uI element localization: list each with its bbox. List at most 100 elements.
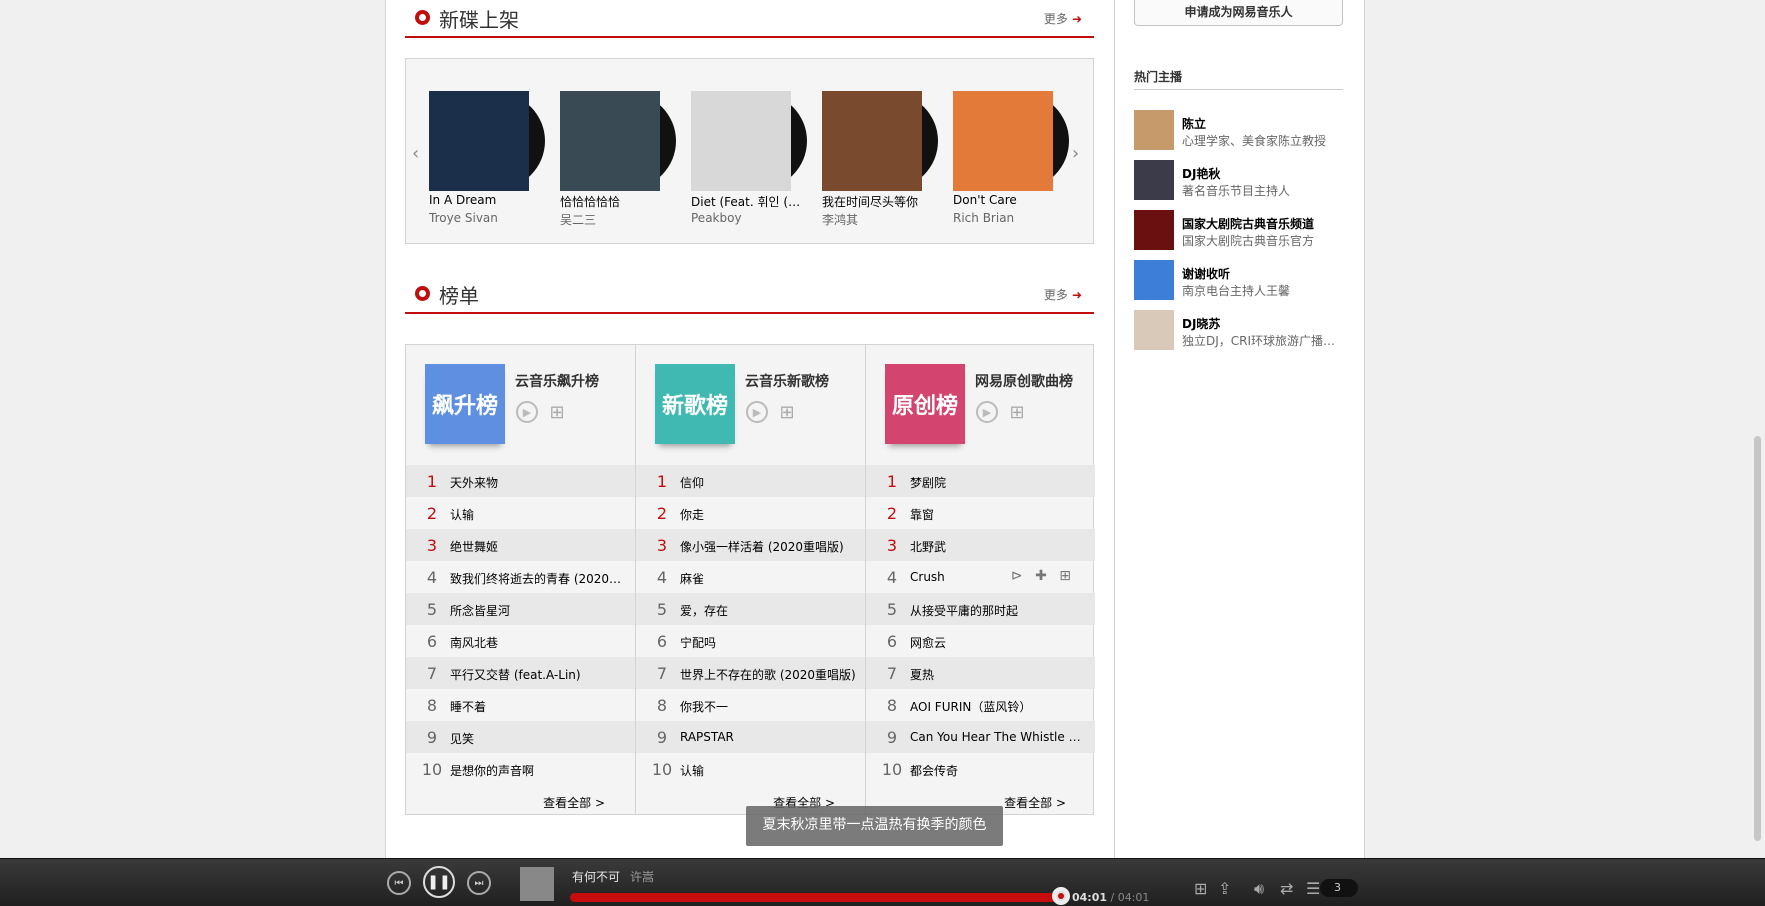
dj-item[interactable]: 谢谢收听 南京电台主持人王馨 [1134, 260, 1354, 300]
chart-song-row[interactable]: 3 像小强一样活着 (2020重唱版) [636, 529, 865, 561]
chart-song-name[interactable]: RAPSTAR [680, 730, 856, 744]
album-artist[interactable]: Rich Brian [953, 211, 1014, 225]
playlist-icon[interactable]: ☰ [1306, 879, 1320, 898]
chart-song-name[interactable]: 认输 [680, 762, 856, 779]
chart-song-name[interactable]: 见笑 [450, 730, 626, 747]
chart-cover[interactable]: 飙升榜 [425, 364, 505, 444]
carousel-prev-icon[interactable]: ‹ [412, 143, 419, 164]
chart-song-name[interactable]: 北野武 [910, 538, 1086, 555]
chart-song-row[interactable]: 10 是想你的声音啊 [406, 753, 635, 785]
chart-song-row[interactable]: 5 爱，存在 [636, 593, 865, 625]
dj-name[interactable]: 国家大剧院古典音乐频道 [1182, 215, 1314, 232]
dj-avatar[interactable] [1134, 160, 1174, 200]
album-artist[interactable]: Troye Sivan [429, 211, 498, 225]
chart-song-name[interactable]: 你我不一 [680, 698, 856, 715]
chart-song-row[interactable]: 2 靠窗 [866, 497, 1095, 529]
album-artist[interactable]: Peakboy [691, 211, 742, 225]
album-name[interactable]: Diet (Feat. 휘인 (Whee In)) [691, 193, 809, 210]
chart-song-row[interactable]: 3 北野武 [866, 529, 1095, 561]
view-all-link[interactable]: 查看全部 > [1004, 794, 1066, 811]
chart-song-name[interactable]: 天外来物 [450, 474, 626, 491]
new-albums-title[interactable]: 新碟上架 [439, 4, 519, 33]
chart-song-name[interactable]: 是想你的声音啊 [450, 762, 626, 779]
folder-add-icon[interactable]: ⊞ [776, 401, 798, 423]
chart-song-row[interactable]: 9 见笑 [406, 721, 635, 753]
chart-song-row[interactable]: 7 夏热 [866, 657, 1095, 689]
chart-song-name[interactable]: 像小强一样活着 (2020重唱版) [680, 538, 856, 555]
chart-cover[interactable]: 新歌榜 [655, 364, 735, 444]
chart-song-row[interactable]: 7 世界上不存在的歌 (2020重唱版) [636, 657, 865, 689]
charts-title[interactable]: 榜单 [439, 280, 479, 309]
chart-song-row[interactable]: 8 你我不一 [636, 689, 865, 721]
scrollbar-thumb[interactable] [1754, 436, 1761, 841]
album-cover[interactable] [429, 91, 529, 191]
new-albums-more-link[interactable]: 更多 ➜ [1044, 10, 1082, 27]
chart-song-name[interactable]: 麻雀 [680, 570, 856, 587]
chart-title[interactable]: 云音乐飙升榜 [515, 371, 599, 391]
chart-song-name[interactable]: 信仰 [680, 474, 856, 491]
chart-song-name[interactable]: 世界上不存在的歌 (2020重唱版) [680, 666, 856, 683]
chart-song-name[interactable]: 认输 [450, 506, 626, 523]
chart-song-row[interactable]: 5 从接受平庸的那时起 [866, 593, 1095, 625]
chart-song-row[interactable]: 3 绝世舞姬 [406, 529, 635, 561]
dj-avatar[interactable] [1134, 310, 1174, 350]
chart-song-name[interactable]: 宁配吗 [680, 634, 856, 651]
chart-song-name[interactable]: 爱，存在 [680, 602, 856, 619]
album-name[interactable]: In A Dream [429, 193, 547, 207]
chart-song-row[interactable]: 4 麻雀 [636, 561, 865, 593]
chart-song-name[interactable]: 南风北巷 [450, 634, 626, 651]
chart-song-name[interactable]: 你走 [680, 506, 856, 523]
pause-button[interactable]: ❚❚ [423, 866, 455, 898]
chart-title[interactable]: 云音乐新歌榜 [745, 371, 829, 391]
share-icon[interactable]: ⇪ [1218, 879, 1231, 898]
chart-song-name[interactable]: AOI FURIN（蓝风铃） [910, 698, 1086, 715]
chart-song-row[interactable]: 6 网愈云 [866, 625, 1095, 657]
charts-more-link[interactable]: 更多 ➜ [1044, 286, 1082, 303]
chart-song-row[interactable]: 6 宁配吗 [636, 625, 865, 657]
chart-song-row[interactable]: 4 Crush ⊳ ✚ ⊞ [866, 561, 1095, 593]
chart-song-row[interactable]: 1 梦剧院 [866, 465, 1095, 497]
now-playing-song[interactable]: 有何不可 [572, 868, 620, 885]
chart-song-row[interactable]: 4 致我们终将逝去的青春 (2020重唱版) [406, 561, 635, 593]
chart-song-row[interactable]: 10 都会传奇 [866, 753, 1095, 785]
chart-song-row[interactable]: 1 信仰 [636, 465, 865, 497]
album-name[interactable]: Don't Care [953, 193, 1071, 207]
album-artist[interactable]: 李鸿其 [822, 211, 858, 228]
folder-add-icon[interactable]: ⊞ [546, 401, 568, 423]
dj-item[interactable]: DJ艳秋 著名音乐节目主持人 [1134, 160, 1354, 200]
add-to-playlist-icon[interactable]: ⊞ [1194, 879, 1207, 898]
dj-name[interactable]: DJ艳秋 [1182, 165, 1220, 182]
album-cover[interactable] [953, 91, 1053, 191]
folder-add-icon[interactable]: ⊞ [1006, 401, 1028, 423]
chart-song-row[interactable]: 2 认输 [406, 497, 635, 529]
play-circle-icon[interactable]: ▶ [976, 401, 998, 423]
album-name[interactable]: 我在时间尽头等你 [822, 193, 940, 210]
chart-song-name[interactable]: 睡不着 [450, 698, 626, 715]
play-circle-icon[interactable]: ▶ [746, 401, 768, 423]
dj-avatar[interactable] [1134, 260, 1174, 300]
chart-song-name[interactable]: 梦剧院 [910, 474, 1086, 491]
chart-song-name[interactable]: 绝世舞姬 [450, 538, 626, 555]
chart-song-name[interactable]: 致我们终将逝去的青春 (2020重唱版) [450, 570, 626, 587]
chart-song-name[interactable]: 所念皆星河 [450, 602, 626, 619]
album-name[interactable]: 恰恰恰恰恰 [560, 193, 678, 210]
album-artist[interactable]: 吴二三 [560, 211, 596, 228]
carousel-next-icon[interactable]: › [1072, 143, 1079, 164]
chart-song-name[interactable]: 从接受平庸的那时起 [910, 602, 1086, 619]
play-circle-icon[interactable]: ▶ [516, 401, 538, 423]
dj-avatar[interactable] [1134, 110, 1174, 150]
now-playing-artist[interactable]: 许嵩 [630, 868, 654, 885]
dj-item[interactable]: 陈立 心理学家、美食家陈立教授 [1134, 110, 1354, 150]
dj-name[interactable]: 谢谢收听 [1182, 265, 1230, 282]
chart-song-row[interactable]: 8 AOI FURIN（蓝风铃） [866, 689, 1095, 721]
chart-song-name[interactable]: 网愈云 [910, 634, 1086, 651]
chart-song-row[interactable]: 7 平行又交替 (feat.A-Lin) [406, 657, 635, 689]
chart-song-row[interactable]: 9 Can You Hear The Whistle Blowing [866, 721, 1095, 753]
album-cover[interactable] [560, 91, 660, 191]
view-all-link[interactable]: 查看全部 > [543, 794, 605, 811]
chart-song-row[interactable]: 8 睡不着 [406, 689, 635, 721]
chart-title[interactable]: 网易原创歌曲榜 [975, 371, 1073, 391]
chart-song-row[interactable]: 2 你走 [636, 497, 865, 529]
progress-bar[interactable] [570, 893, 1063, 902]
chart-song-name[interactable]: 夏热 [910, 666, 1086, 683]
